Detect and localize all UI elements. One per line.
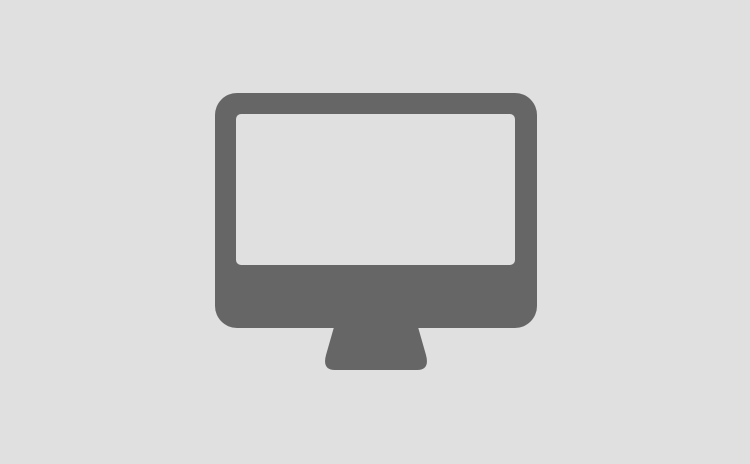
monitor-stand — [325, 327, 427, 370]
desktop-monitor-icon — [215, 93, 537, 370]
monitor-screen — [236, 114, 515, 265]
placeholder-canvas — [0, 0, 750, 464]
